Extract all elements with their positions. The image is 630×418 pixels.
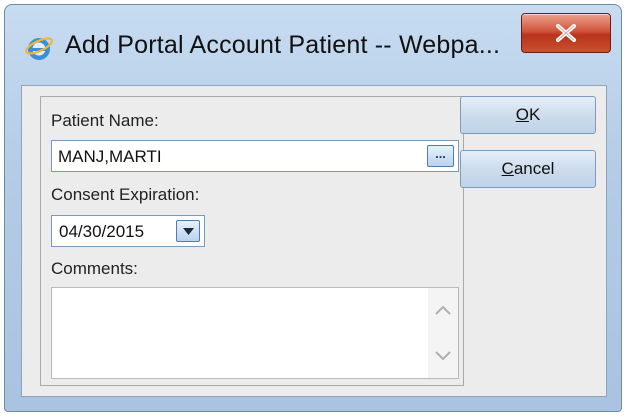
patient-name-field[interactable]: MANJ,MARTI ... [51,140,459,172]
chevron-up-icon[interactable] [434,304,452,316]
window-title: Add Portal Account Patient -- Webpa... [65,31,501,59]
date-dropdown-button[interactable] [176,220,200,242]
dialog-window: Add Portal Account Patient -- Webpa... P… [4,4,622,412]
comments-textarea[interactable] [51,287,459,379]
form-group: Patient Name: MANJ,MARTI ... Consent Exp… [40,96,464,386]
consent-expiration-field[interactable]: 04/30/2015 [51,215,205,247]
patient-name-value: MANJ,MARTI [58,147,162,166]
patient-name-label: Patient Name: [51,111,159,130]
cancel-button[interactable]: Cancel [460,150,596,188]
patient-lookup-button[interactable]: ... [427,145,454,167]
comments-label: Comments: [51,259,138,278]
title-bar[interactable]: Add Portal Account Patient -- Webpa... [5,5,621,85]
comments-scrollbar[interactable] [428,288,458,378]
internet-explorer-icon [25,34,53,62]
ok-button-label: OK [515,105,541,124]
cancel-button-label: Cancel [501,159,555,178]
close-icon [556,24,576,42]
ok-button[interactable]: OK [460,96,596,134]
dialog-body: Patient Name: MANJ,MARTI ... Consent Exp… [21,85,607,397]
chevron-down-icon[interactable] [434,350,452,362]
close-button[interactable] [521,13,611,53]
chevron-down-icon [183,228,194,235]
consent-expiration-value: 04/30/2015 [59,222,145,241]
consent-expiration-label: Consent Expiration: [51,185,200,204]
